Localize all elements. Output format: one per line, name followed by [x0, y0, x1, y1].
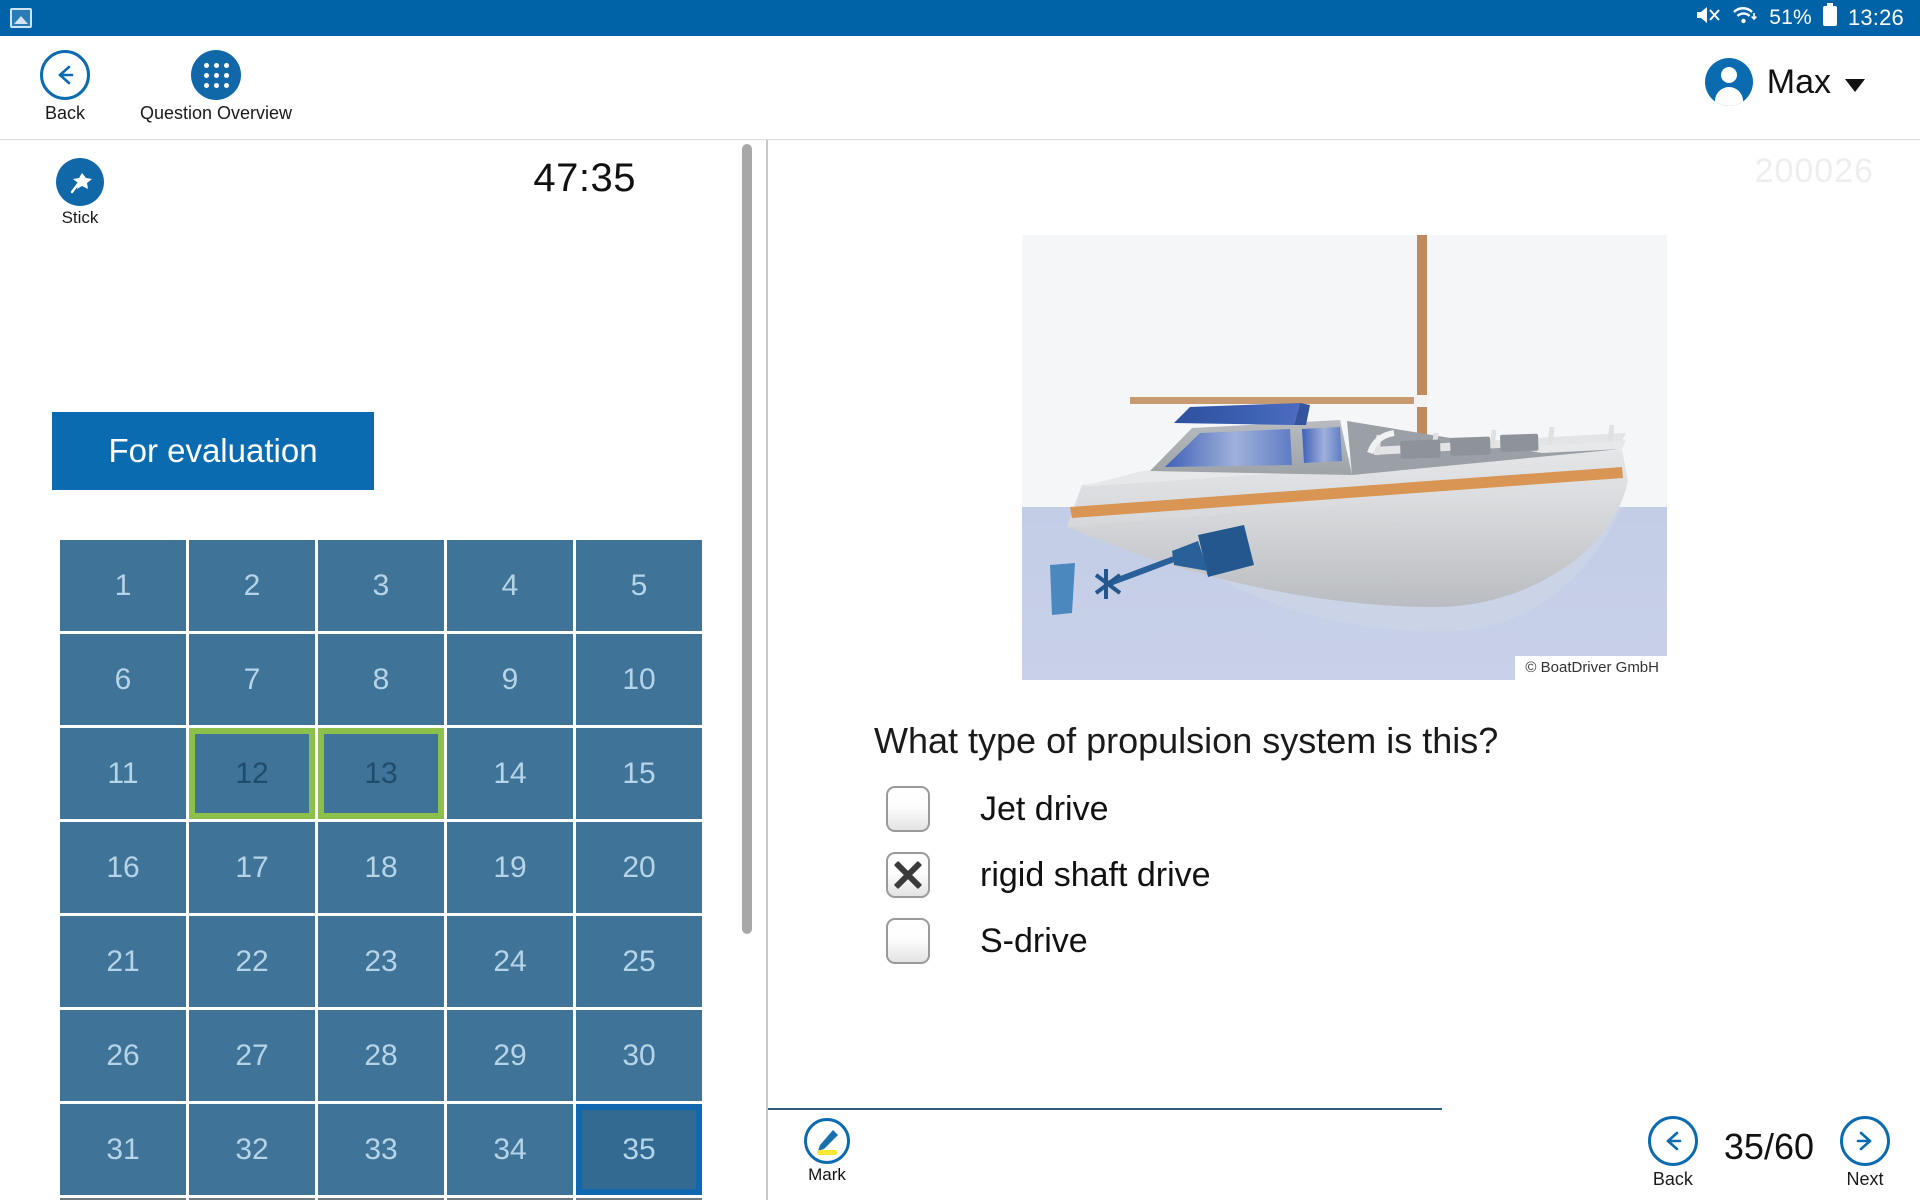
previous-question-label: Back: [1652, 1169, 1693, 1189]
pen-highlight-icon: [804, 1118, 850, 1164]
android-status-bar: 51% 13:26: [0, 0, 1920, 36]
answer-option[interactable]: Jet drive: [886, 776, 1786, 842]
arrow-right-circle-icon: [1840, 1116, 1890, 1166]
scrollbar-thumb[interactable]: [742, 144, 752, 934]
checkbox-icon[interactable]: [886, 918, 930, 964]
question-cell-26[interactable]: 26: [60, 1010, 186, 1101]
question-cell-35[interactable]: 35: [576, 1104, 702, 1195]
battery-percent: 51%: [1769, 6, 1812, 29]
question-cell-30[interactable]: 30: [576, 1010, 702, 1101]
mute-icon: [1695, 4, 1721, 32]
question-overview-label: Question Overview: [140, 103, 293, 123]
question-cell-17[interactable]: 17: [189, 822, 315, 913]
stick-button-label: Stick: [61, 208, 99, 227]
question-cell-2[interactable]: 2: [189, 540, 315, 631]
account-avatar-icon: [1704, 58, 1753, 106]
previous-question-button[interactable]: Back: [1647, 1116, 1698, 1190]
question-cell-25[interactable]: 25: [576, 916, 702, 1007]
question-number-grid: 1 2 3 4 5 6 7 8 9 10 11 12 13 14 15 16 17 18 19 20 21 22 23 24 2…: [60, 540, 702, 1200]
question-cell-24[interactable]: 24: [447, 916, 573, 1007]
question-cell-13[interactable]: 13: [318, 728, 444, 819]
question-cell-14[interactable]: 14: [447, 728, 573, 819]
stick-button[interactable]: Stick: [56, 158, 104, 228]
question-cell-31[interactable]: 31: [60, 1104, 186, 1195]
battery-icon: [1822, 3, 1838, 33]
figure-credit: © BoatDriver GmbH: [1515, 656, 1667, 680]
for-evaluation-button[interactable]: For evaluation: [52, 412, 374, 490]
left-panel-scrollbar[interactable]: [742, 140, 752, 1200]
question-cell-34[interactable]: 34: [447, 1104, 573, 1195]
answer-option[interactable]: S-drive: [886, 908, 1786, 974]
question-pager: Back 35/60 Next: [1647, 1116, 1890, 1190]
question-cell-11[interactable]: 11: [60, 728, 186, 819]
clock-time: 13:26: [1847, 5, 1904, 30]
question-id: 200026: [1754, 152, 1874, 190]
question-cell-15[interactable]: 15: [576, 728, 702, 819]
mark-button[interactable]: Mark: [804, 1118, 850, 1185]
question-cell-20[interactable]: 20: [576, 822, 702, 913]
status-right-icons: 51% 13:26: [1695, 3, 1920, 33]
question-cell-12[interactable]: 12: [189, 728, 315, 819]
mark-button-label: Mark: [808, 1165, 846, 1184]
question-cell-23[interactable]: 23: [318, 916, 444, 1007]
main-content: Stick 47:35 For evaluation 1 2 3 4 5 6 7 8 9 10 11…: [0, 140, 1920, 1200]
question-figure: © BoatDriver GmbH: [1022, 235, 1667, 680]
checkbox-icon[interactable]: [886, 786, 930, 832]
bottom-toolbar: Mark Back 35/60 Next: [768, 1110, 1920, 1200]
question-cell-33[interactable]: 33: [318, 1104, 444, 1195]
answer-options: Jet drive rigid shaft drive S-drive: [886, 776, 1786, 974]
question-cell-10[interactable]: 10: [576, 634, 702, 725]
question-number-grid-wrapper: 1 2 3 4 5 6 7 8 9 10 11 12 13 14 15 16 17 18 19 20 21 22 23 24 2…: [60, 540, 702, 1200]
user-menu[interactable]: Max: [1704, 58, 1865, 106]
status-left-icons: [0, 8, 32, 28]
question-text: What type of propulsion system is this?: [874, 720, 1499, 761]
question-cell-6[interactable]: 6: [60, 634, 186, 725]
answer-label: Jet drive: [980, 789, 1109, 828]
next-question-label: Next: [1846, 1169, 1884, 1189]
grid-dots-icon: [191, 50, 242, 100]
question-cell-16[interactable]: 16: [60, 822, 186, 913]
question-progress: 35/60: [1723, 1126, 1814, 1167]
pushpin-icon: [56, 158, 104, 206]
user-name: Max: [1766, 62, 1831, 101]
answer-option[interactable]: rigid shaft drive: [886, 842, 1786, 908]
image-icon: [10, 8, 32, 28]
answer-label: rigid shaft drive: [980, 855, 1211, 894]
question-cell-3[interactable]: 3: [318, 540, 444, 631]
chevron-down-icon: [1845, 78, 1865, 92]
question-cell-27[interactable]: 27: [189, 1010, 315, 1101]
question-cell-28[interactable]: 28: [318, 1010, 444, 1101]
checkbox-checked-icon[interactable]: [886, 852, 930, 898]
question-cell-29[interactable]: 29: [447, 1010, 573, 1101]
next-question-button[interactable]: Next: [1840, 1116, 1890, 1190]
question-cell-5[interactable]: 5: [576, 540, 702, 631]
question-cell-22[interactable]: 22: [189, 916, 315, 1007]
question-navigator-panel: Stick 47:35 For evaluation 1 2 3 4 5 6 7 8 9 10 11…: [0, 140, 766, 1200]
arrow-left-circle-icon: [1647, 1116, 1698, 1166]
question-cell-19[interactable]: 19: [447, 822, 573, 913]
question-cell-1[interactable]: 1: [60, 540, 186, 631]
app-top-bar: Back Question Overview Max: [0, 36, 1920, 140]
wifi-icon: [1731, 4, 1759, 32]
question-cell-9[interactable]: 9: [447, 634, 573, 725]
question-overview-button[interactable]: Question Overview: [140, 50, 292, 124]
question-cell-8[interactable]: 8: [318, 634, 444, 725]
question-cell-18[interactable]: 18: [318, 822, 444, 913]
question-cell-7[interactable]: 7: [189, 634, 315, 725]
question-panel: 200026 © BoatDriver GmbH What type of pr…: [768, 140, 1920, 1200]
question-cell-21[interactable]: 21: [60, 916, 186, 1007]
exam-timer: 47:35: [533, 156, 636, 200]
back-button-label: Back: [44, 103, 86, 123]
question-cell-32[interactable]: 32: [189, 1104, 315, 1195]
arrow-left-circle-icon: [40, 50, 90, 100]
back-button[interactable]: Back: [40, 50, 90, 124]
answer-label: S-drive: [980, 921, 1088, 960]
question-cell-4[interactable]: 4: [447, 540, 573, 631]
boat-illustration: [1022, 235, 1667, 680]
